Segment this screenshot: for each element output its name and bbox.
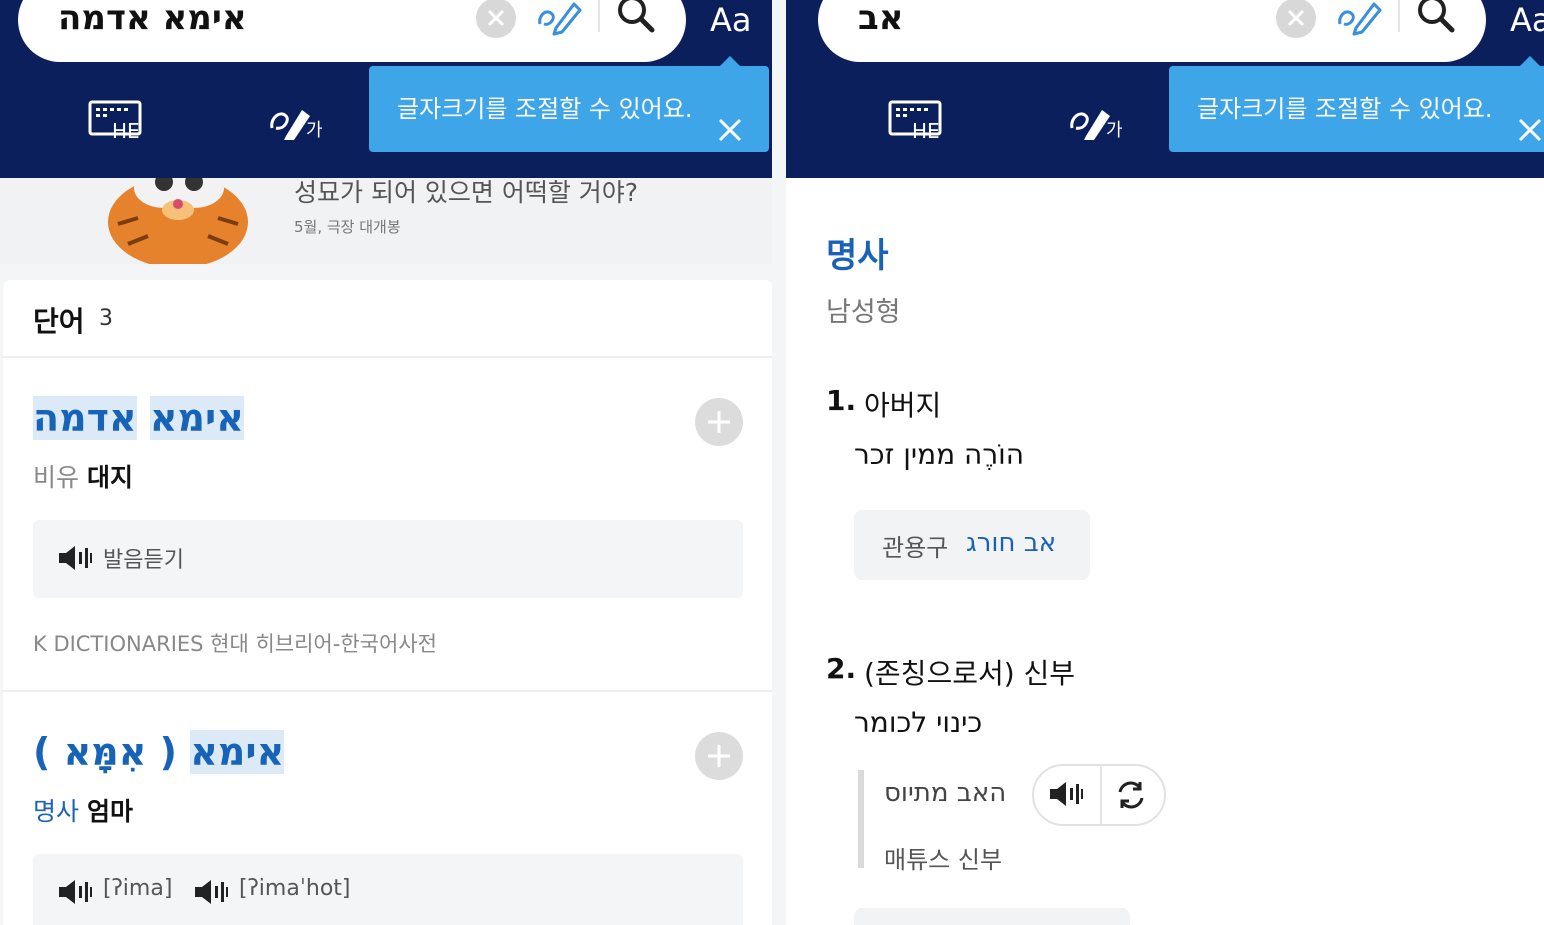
handwriting-mode-icon[interactable]: 가 [268, 98, 328, 142]
handwriting-mode-icon[interactable]: 가 [1068, 98, 1128, 142]
tooltip-caret [1520, 56, 1540, 66]
entry-title-part: אימא [149, 396, 244, 440]
example-audio-controls [1032, 764, 1166, 826]
search-input[interactable]: אב [858, 0, 1218, 38]
search-separator [598, 0, 600, 32]
audio-box: 발음듣기 [33, 520, 743, 598]
meaning-row: 명사 엄마 [33, 792, 133, 828]
word-results-card: 단어 3 אימא אדמה 비유 대지 발음듣기 K DICTIONARIES… [3, 280, 772, 925]
tooltip-text: 글자크기를 조절할 수 있어요. [397, 95, 693, 123]
entry-title-link[interactable]: אימא ( אִמָּא ) [33, 730, 285, 776]
right-panel: אב Aa HE 가 글자크기를 조절할 수 있어요. 명사 남성형 1. 아버… [786, 0, 1544, 925]
sense-meaning: 아버지 [864, 389, 942, 422]
divider [3, 690, 772, 692]
entry-title-part: ( אִמָּא ) [33, 730, 178, 774]
meaning-row: 비유 대지 [33, 458, 133, 494]
usage-tag: 비유 [33, 463, 80, 492]
left-panel: אימא אדמה Aa HE 가 글자크기를 조절할 수 있어요. 성묘가 되… [0, 0, 772, 925]
font-size-tooltip: 글자크기를 조절할 수 있어요. [369, 66, 769, 152]
idiom-link[interactable]: אב חורג [966, 528, 1056, 558]
font-size-button[interactable]: Aa [1510, 0, 1544, 40]
search-icon[interactable] [612, 0, 662, 40]
sense-meaning: (존칭으로서) 신부 [864, 657, 1076, 690]
font-size-button[interactable]: Aa [710, 0, 752, 40]
close-icon[interactable] [1515, 94, 1544, 142]
example-hebrew: האב מתיוס [884, 778, 1007, 808]
pos-tag: 명사 [33, 797, 80, 826]
entry-title-link[interactable]: אימא אדמה [33, 396, 244, 442]
idiom-label: 관용구 [882, 534, 949, 562]
svg-text:가: 가 [306, 120, 323, 141]
search-box[interactable]: אימא אדמה [18, 0, 686, 62]
svg-text:HE: HE [912, 119, 940, 140]
pronunciation-label[interactable]: [ʔima] [103, 876, 172, 901]
part-of-speech: 명사 [826, 236, 889, 276]
idiom-box[interactable]: 관용구 אב חורג [854, 510, 1090, 580]
top-header: אב Aa HE 가 글자크기를 조절할 수 있어요. [786, 0, 1544, 178]
sense-number: 2. [826, 652, 857, 685]
hebrew-keyboard-icon[interactable]: HE [888, 98, 948, 143]
search-separator [1398, 0, 1400, 32]
speaker-icon[interactable] [57, 544, 93, 572]
divider [3, 356, 772, 358]
speaker-icon[interactable] [57, 878, 93, 906]
sense-number: 1. [826, 384, 857, 417]
repeat-icon[interactable] [1114, 778, 1148, 816]
add-to-wordbook-button[interactable] [695, 732, 743, 780]
meaning-text: 대지 [86, 463, 133, 492]
handwriting-pen-icon[interactable] [534, 0, 584, 40]
speaker-icon[interactable] [1048, 780, 1084, 812]
search-icon[interactable] [1412, 0, 1462, 40]
search-input[interactable]: אימא אדמה [58, 0, 418, 38]
speaker-icon[interactable] [193, 878, 229, 906]
hebrew-keyboard-icon[interactable]: HE [88, 98, 148, 143]
clear-icon[interactable] [1276, 0, 1316, 38]
svg-text:HE: HE [112, 119, 140, 140]
banner-subtitle: 5월, 극장 대개봉 [294, 218, 401, 236]
panel-divider [772, 0, 786, 925]
dictionary-source[interactable]: K DICTIONARIES 현대 히브리어-한국어사전 [33, 628, 437, 658]
add-to-wordbook-button[interactable] [695, 398, 743, 446]
sense-hebrew-definition: כינוי לכומר [854, 706, 983, 739]
pronunciation-label[interactable]: [ʔimaˈhot] [239, 876, 351, 901]
svg-text:가: 가 [1106, 120, 1123, 141]
gender-label: 남성형 [826, 297, 901, 328]
pill-divider [1100, 766, 1102, 824]
close-icon[interactable] [715, 94, 745, 142]
cat-mascot-image [98, 178, 258, 264]
entry-title-part: אדמה [33, 396, 137, 440]
listen-pronunciation-button[interactable]: 발음듣기 [103, 542, 184, 574]
font-size-tooltip: 글자크기를 조절할 수 있어요. [1169, 66, 1544, 152]
audio-box: [ʔima] [ʔimaˈhot] [33, 854, 743, 925]
sense-hebrew-definition: הוֹרֶה ממין זכר [854, 438, 1025, 471]
search-box[interactable]: אב [818, 0, 1486, 62]
entry-title-part: אימא [190, 730, 285, 774]
tooltip-text: 글자크기를 조절할 수 있어요. [1197, 95, 1493, 123]
example-quote-bar [858, 770, 864, 868]
words-section-title: 단어 [33, 305, 85, 338]
next-idiom-box [854, 908, 1130, 925]
banner-title: 성묘가 되어 있으면 어떡할 거야? [294, 178, 639, 207]
top-header: אימא אדמה Aa HE 가 글자크기를 조절할 수 있어요. [0, 0, 772, 178]
words-count: 3 [99, 306, 113, 331]
meaning-text: 엄마 [86, 797, 133, 826]
tooltip-caret [720, 56, 740, 66]
ad-banner[interactable]: 성묘가 되어 있으면 어떡할 거야? 5월, 극장 대개봉 [0, 178, 772, 264]
example-korean: 매튜스 신부 [884, 846, 1003, 874]
handwriting-pen-icon[interactable] [1334, 0, 1384, 40]
clear-icon[interactable] [476, 0, 516, 38]
